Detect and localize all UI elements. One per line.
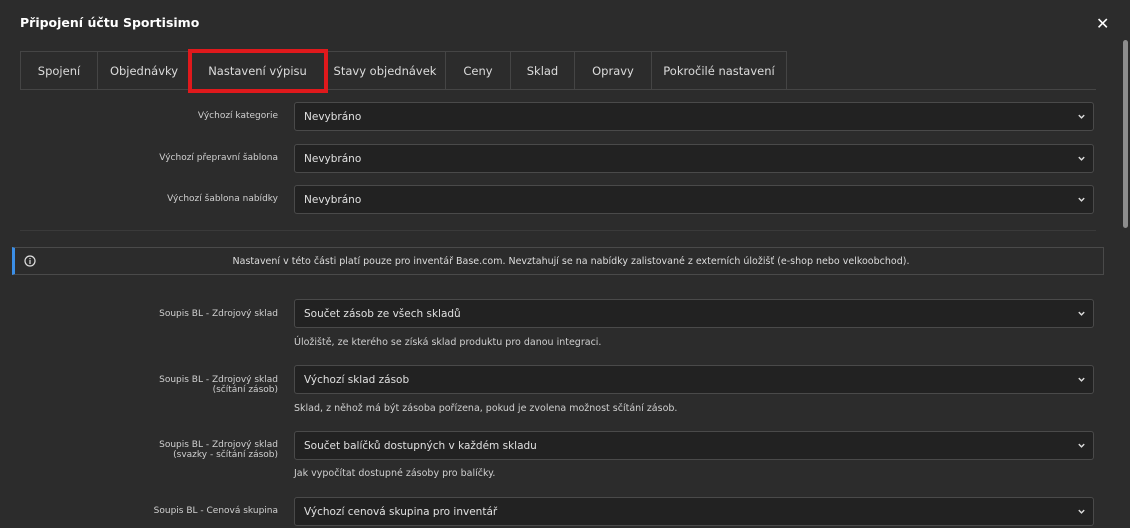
price-group-select[interactable]: Výchozí cenová skupina pro inventář — [294, 497, 1094, 526]
tab-bar: Spojení Objednávky Nastavení výpisu Stav… — [20, 49, 787, 93]
source-sum-label: Soupis BL - Zdrojový sklad (sčítání záso… — [18, 375, 278, 395]
chevron-down-icon — [1078, 509, 1085, 514]
default-category-value: Nevybráno — [304, 110, 362, 123]
price-group-value: Výchozí cenová skupina pro inventář — [304, 505, 498, 518]
tab-pokrocile-nastaveni[interactable]: Pokročilé nastavení — [652, 52, 786, 90]
tab-bar-underline — [20, 89, 1096, 90]
chevron-down-icon — [1078, 443, 1085, 448]
tab-opravy[interactable]: Opravy — [575, 52, 652, 90]
default-shipping-value: Nevybráno — [304, 152, 362, 165]
default-category-select[interactable]: Nevybráno — [294, 102, 1094, 131]
tab-sklad[interactable]: Sklad — [511, 52, 575, 90]
modal-title: Připojení účtu Sportisimo — [20, 15, 200, 30]
tab-nastaveni-vypisu[interactable]: Nastavení výpisu — [188, 49, 328, 93]
source-bundle-label: Soupis BL - Zdrojový sklad (svazky - sčí… — [18, 440, 278, 460]
source-bundle-select[interactable]: Součet balíčků dostupných v každém sklad… — [294, 431, 1094, 460]
source-sum-help: Sklad, z něhož má být zásoba pořízena, p… — [294, 403, 678, 414]
tab-stavy-objednavek[interactable]: Stavy objednávek — [325, 52, 446, 90]
source-sum-select[interactable]: Výchozí sklad zásob — [294, 365, 1094, 394]
chevron-down-icon — [1078, 377, 1085, 382]
source-bundle-label-line2: (svazky - sčítání zásob) — [173, 450, 278, 460]
default-shipping-label: Výchozí přepravní šablona — [159, 153, 278, 163]
scrollbar-thumb[interactable] — [1123, 40, 1128, 228]
source-sum-value: Výchozí sklad zásob — [304, 373, 410, 386]
default-shipping-select[interactable]: Nevybráno — [294, 144, 1094, 173]
source-warehouse-value: Součet zásob ze všech skladů — [304, 307, 461, 320]
tab-ceny[interactable]: Ceny — [446, 52, 511, 90]
default-offer-label: Výchozí šablona nabídky — [167, 194, 278, 204]
source-bundle-label-line1: Soupis BL - Zdrojový sklad — [159, 440, 278, 450]
source-warehouse-help: Úložiště, ze kterého se získá sklad prod… — [294, 337, 602, 348]
tab-objednavky[interactable]: Objednávky — [98, 52, 191, 90]
source-sum-label-line1: Soupis BL - Zdrojový sklad — [159, 375, 278, 385]
source-bundle-value: Součet balíčků dostupných v každém sklad… — [304, 439, 537, 452]
tab-spojeni[interactable]: Spojení — [21, 52, 98, 90]
default-category-label: Výchozí kategorie — [197, 111, 278, 121]
chevron-down-icon — [1078, 156, 1085, 161]
chevron-down-icon — [1078, 311, 1085, 316]
source-sum-label-line2: (sčítání zásob) — [212, 385, 278, 395]
source-warehouse-select[interactable]: Součet zásob ze všech skladů — [294, 299, 1094, 328]
chevron-down-icon — [1078, 197, 1085, 202]
default-offer-select[interactable]: Nevybráno — [294, 185, 1094, 214]
close-icon[interactable]: ✕ — [1096, 15, 1109, 33]
info-banner-text: Nastavení v této části platí pouze pro i… — [232, 256, 910, 267]
price-group-label: Soupis BL - Cenová skupina — [153, 506, 278, 516]
source-bundle-help: Jak vypočítat dostupné zásoby pro balíčk… — [294, 468, 496, 479]
section-divider — [20, 230, 1096, 231]
default-offer-value: Nevybráno — [304, 193, 362, 206]
info-banner: Nastavení v této části platí pouze pro i… — [12, 247, 1104, 275]
chevron-down-icon — [1078, 114, 1085, 119]
source-warehouse-label: Soupis BL - Zdrojový sklad — [159, 309, 278, 319]
